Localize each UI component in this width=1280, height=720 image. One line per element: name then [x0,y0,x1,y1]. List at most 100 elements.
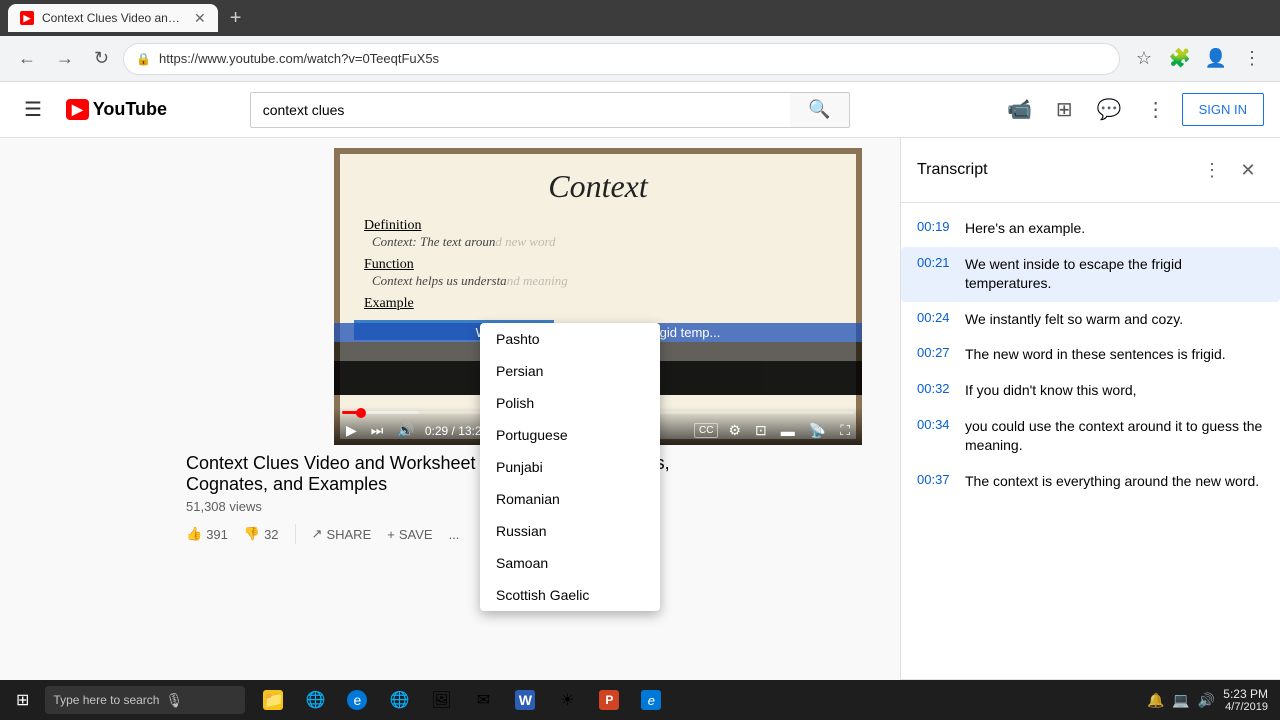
refresh-button[interactable]: ↻ [88,44,115,73]
volume-button[interactable]: 🔊 [393,420,418,441]
function-body: Context helps us understand meaning [364,273,832,289]
video-frame-title: Context [354,168,842,205]
transcript-item-0019[interactable]: 00:19 Here's an example. [901,211,1280,247]
cast-button[interactable]: 📡 [805,420,830,441]
dropdown-item-samoan[interactable]: Samoan [480,547,660,579]
dropdown-item-persian[interactable]: Persian [480,355,660,387]
taskbar-app-mail[interactable]: ✉ [463,680,503,720]
new-tab-button[interactable]: + [222,3,250,34]
bookmark-button[interactable]: ☆ [1128,43,1160,75]
transcript-item-0021[interactable]: 00:21 We went inside to escape the frigi… [901,247,1280,302]
transcript-item-0032[interactable]: 00:32 If you didn't know this word, [901,373,1280,409]
main-content: Context DefinitionContext: The text arou… [0,138,1280,720]
more-button[interactable]: ... [449,523,460,546]
transcript-more-button[interactable]: ⋮ [1196,154,1228,186]
transcript-item-0037[interactable]: 00:37 The context is everything around t… [901,464,1280,500]
transcript-close-button[interactable]: ✕ [1232,154,1264,186]
extensions-button[interactable]: 🧩 [1164,43,1196,75]
taskbar-clock[interactable]: 5:23 PM 4/7/2019 [1223,687,1268,713]
search-button[interactable]: 🔍 [790,92,850,128]
dropdown-item-polish[interactable]: Polish [480,387,660,419]
youtube-logo[interactable]: ▶ YouTube [66,99,167,120]
theater-button[interactable]: ▬ [777,421,799,441]
address-bar-row: ← → ↻ 🔒 https://www.youtube.com/watch?v=… [0,36,1280,82]
taskbar-app-word[interactable]: W [505,680,545,720]
menu-button[interactable]: ☰ [16,93,50,126]
taskbar-system: 🔔 💻 🔊 5:23 PM 4/7/2019 [1139,687,1276,713]
progress-dot [356,408,366,418]
display-sys-button[interactable]: 💻 [1172,692,1189,709]
fullscreen-button[interactable]: ⛶ [836,420,854,441]
taskbar-apps: 📁 🌐 e 🌐 🖼 ✉ W ☀ P e [253,680,671,720]
transcript-time: 00:24 [917,310,953,330]
dislike-icon: 👎 [244,526,260,542]
ie2-icon: e [641,690,661,710]
settings-button[interactable]: ⚙ [724,420,745,441]
transcript-time: 00:32 [917,381,953,401]
dropdown-item-scottish-gaelic[interactable]: Scottish Gaelic [480,579,660,611]
dislike-button[interactable]: 👎 32 [244,522,279,546]
share-button[interactable]: ↗ SHARE [312,522,372,546]
transcript-time: 00:37 [917,472,953,492]
weather-icon: ☀ [557,690,577,710]
create-button[interactable]: 📹 [999,93,1040,126]
search-input[interactable] [250,92,790,128]
back-button[interactable]: ← [12,44,42,73]
transcript-title: Transcript [917,161,988,179]
more-options-button[interactable]: ⋮ [1138,93,1174,126]
miniplayer-button[interactable]: ⊡ [751,420,771,441]
transcript-items: 00:19 Here's an example. 00:21 We went i… [901,203,1280,679]
dropdown-item-pashto[interactable]: Pashto [480,323,660,355]
transcript-text: you could use the context around it to g… [965,417,1264,456]
transcript-header-buttons: ⋮ ✕ [1196,154,1264,186]
edge-icon: e [347,690,367,710]
definition-title: Definition [364,218,422,233]
chrome-icon: 🌐 [305,690,325,710]
tab-close-button[interactable]: ✕ [194,10,206,27]
dropdown-item-russian[interactable]: Russian [480,515,660,547]
tab-favicon: ▶ [20,11,34,25]
taskbar-app-ie2[interactable]: e [631,680,671,720]
taskbar-app-powerpoint[interactable]: P [589,680,629,720]
taskbar-app-weather[interactable]: ☀ [547,680,587,720]
play-button[interactable]: ▶ [342,420,361,441]
taskbar-app-edge[interactable]: e [337,680,377,720]
browser-tab[interactable]: ▶ Context Clues Video and Works... ✕ [8,4,218,32]
transcript-time: 00:19 [917,219,953,239]
tab-title: Context Clues Video and Works... [42,11,182,25]
dropdown-item-romanian[interactable]: Romanian [480,483,660,515]
transcript-item-0024[interactable]: 00:24 We instantly felt so warm and cozy… [901,302,1280,338]
transcript-item-0034[interactable]: 00:34 you could use the context around i… [901,409,1280,464]
notifications-button[interactable]: 💬 [1089,93,1130,126]
notifications-sys-button[interactable]: 🔔 [1147,692,1164,709]
action-divider [295,524,296,544]
volume-sys-button[interactable]: 🔊 [1198,692,1215,709]
cc-button[interactable]: CC [694,423,718,438]
taskbar-app-file-explorer[interactable]: 📁 [253,680,293,720]
transcript-header: Transcript ⋮ ✕ [901,138,1280,203]
next-button[interactable]: ⏭ [367,420,388,441]
transcript-panel: Transcript ⋮ ✕ 00:19 Here's an example. … [900,138,1280,720]
dropdown-item-portuguese[interactable]: Portuguese [480,419,660,451]
dropdown-item-punjabi[interactable]: Punjabi [480,451,660,483]
header-actions: 📹 ⊞ 💬 ⋮ SIGN IN [999,93,1264,126]
taskbar-search[interactable]: Type here to search 🎙 [45,686,245,714]
language-dropdown: Pashto Persian Polish Portuguese Punjabi… [480,323,660,611]
profile-button[interactable]: 👤 [1200,43,1232,75]
browser-menu-button[interactable]: ⋮ [1236,43,1268,75]
taskbar-app-chrome[interactable]: 🌐 [295,680,335,720]
transcript-item-0027[interactable]: 00:27 The new word in these sentences is… [901,337,1280,373]
like-button[interactable]: 👍 391 [186,522,228,546]
apps-button[interactable]: ⊞ [1048,93,1081,126]
share-icon: ↗ [312,526,323,542]
taskbar-app-photos[interactable]: 🖼 [421,680,461,720]
forward-button[interactable]: → [50,44,80,73]
browser-chrome: ▶ Context Clues Video and Works... ✕ + [0,0,1280,36]
search-bar: 🔍 [250,92,850,128]
taskbar-app-ie[interactable]: 🌐 [379,680,419,720]
sign-in-button[interactable]: SIGN IN [1182,93,1264,126]
address-bar[interactable]: 🔒 https://www.youtube.com/watch?v=0Teeqt… [123,43,1120,75]
time-display: 0:29 / 13:23 [425,424,488,438]
save-button[interactable]: + SAVE [387,523,432,546]
start-button[interactable]: ⊞ [4,686,41,714]
